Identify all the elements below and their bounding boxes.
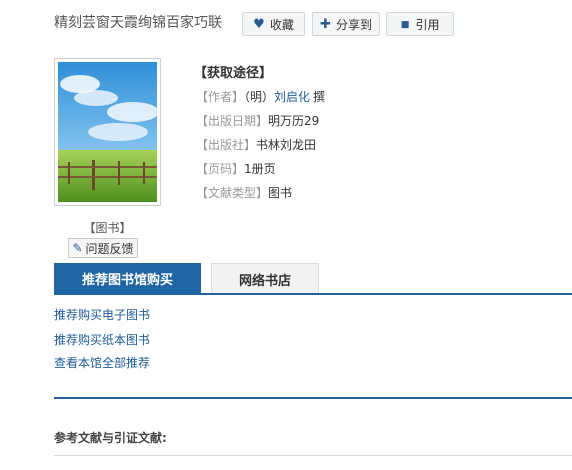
references-divider <box>54 455 572 456</box>
author-role: 撰 <box>313 90 326 104</box>
cover-landscape-image <box>58 62 157 202</box>
access-heading: 【获取途径】 <box>194 66 273 81</box>
pages-label: 【页码】 <box>196 162 245 176</box>
doc-type-value: 图书 <box>268 186 293 200</box>
document-type-badge: 【图书】 <box>83 221 132 235</box>
heart-icon: ♥ <box>253 16 265 32</box>
author-dynasty: （明） <box>244 90 275 104</box>
doc-type-row: 【文献类型】图书 <box>196 184 292 201</box>
edit-icon: ✎ <box>72 241 83 255</box>
share-button[interactable]: ✚ 分享到 <box>312 12 380 36</box>
cite-label: 引用 <box>415 17 440 32</box>
publisher-label: 【出版社】 <box>196 138 257 152</box>
tag-icon: ◆ <box>396 15 415 33</box>
recommend-print-book-link[interactable]: 推荐购买纸本图书 <box>54 331 150 348</box>
favorite-button[interactable]: ♥ 收藏 <box>242 12 305 36</box>
pages-value: 1册页 <box>244 162 276 176</box>
author-label: 【作者】 <box>196 90 245 104</box>
feedback-label: 问题反馈 <box>85 241 134 256</box>
publish-date-row: 【出版日期】明万历29 <box>196 112 319 129</box>
publisher-row: 【出版社】书林刘龙田 <box>196 136 316 153</box>
publish-date-label: 【出版日期】 <box>196 114 269 128</box>
recommend-ebook-link[interactable]: 推荐购买电子图书 <box>54 306 150 323</box>
publisher-value: 书林刘龙田 <box>256 138 317 152</box>
view-all-recommendations-link[interactable]: 查看本馆全部推荐 <box>54 354 150 371</box>
book-cover-image[interactable] <box>54 58 161 206</box>
pages-row: 【页码】1册页 <box>196 160 276 177</box>
doc-type-label: 【文献类型】 <box>196 186 269 200</box>
author-row: 【作者】（明）刘启化撰 <box>196 88 325 105</box>
favorite-label: 收藏 <box>269 17 294 32</box>
feedback-button[interactable]: ✎ 问题反馈 <box>68 238 138 258</box>
tab-library-purchase[interactable]: 推荐图书馆购买 <box>54 263 201 294</box>
tab-underline-divider <box>54 293 572 295</box>
references-heading: 参考文献与引证文献: <box>54 431 167 445</box>
tab-online-bookstore[interactable]: 网络书店 <box>211 263 319 294</box>
page-title: 精刻芸窗天霞绚锦百家巧联 <box>54 15 222 31</box>
author-link[interactable]: 刘启化 <box>274 90 310 104</box>
cite-button[interactable]: ◆ 引用 <box>386 12 454 36</box>
share-label: 分享到 <box>335 17 372 32</box>
publish-date-value: 明万历29 <box>268 114 320 128</box>
section-divider <box>54 397 572 399</box>
plus-icon: ✚ <box>320 16 331 32</box>
